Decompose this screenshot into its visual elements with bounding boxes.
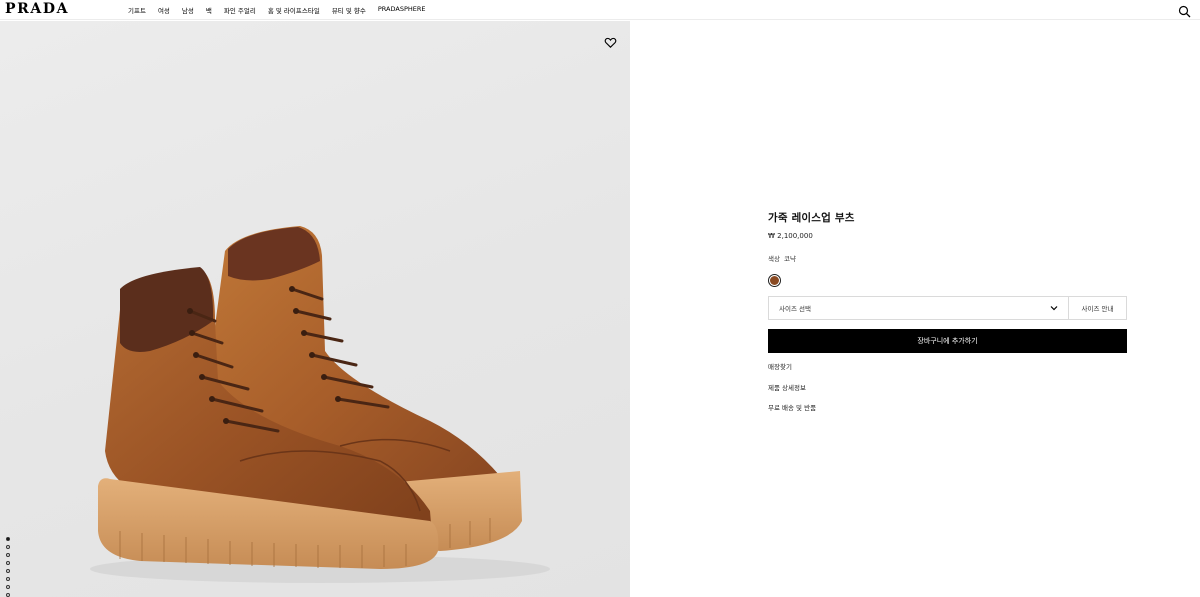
nav-item-gift[interactable]: 기프트 (128, 5, 146, 15)
search-icon (1178, 5, 1191, 18)
gallery-dot[interactable] (6, 537, 10, 541)
gallery-dot[interactable] (6, 545, 10, 549)
nav-item-pradasphere[interactable]: PRADASPHERE (378, 5, 426, 15)
product-info-links: 매장찾기 제품 상세정보 무료 배송 및 반품 (768, 362, 1127, 424)
color-swatch-cognac[interactable] (768, 274, 781, 287)
gallery-dot[interactable] (6, 585, 10, 589)
gallery-pagination (6, 537, 10, 597)
gallery-dot[interactable] (6, 593, 10, 597)
color-value: 코냑 (783, 255, 796, 263)
chevron-down-icon (1050, 306, 1058, 311)
nav-item-fine-jewelry[interactable]: 파인 주얼리 (224, 5, 256, 15)
heart-icon (604, 37, 617, 48)
gallery-dot[interactable] (6, 553, 10, 557)
add-to-cart-button[interactable]: 장바구니에 추가하기 (768, 329, 1127, 353)
prada-logo[interactable]: PRADA (5, 1, 69, 17)
color-label: 색상 코냑 (768, 253, 1127, 263)
color-swatch-fill (770, 276, 779, 285)
nav-item-bags[interactable]: 백 (206, 5, 212, 15)
color-label-text: 색상 (768, 255, 780, 263)
product-image-gallery[interactable] (0, 21, 630, 597)
nav-item-men[interactable]: 남성 (182, 5, 194, 15)
shipping-returns-link[interactable]: 무료 배송 및 반품 (768, 403, 1127, 424)
nav-item-beauty-fragrance[interactable]: 뷰티 및 향수 (332, 5, 366, 15)
top-navigation-bar: PRADA 기프트 여성 남성 백 파인 주얼리 홈 및 라이프스타일 뷰티 및… (0, 0, 1200, 20)
gallery-dot[interactable] (6, 561, 10, 565)
wishlist-button[interactable] (604, 34, 617, 48)
size-row: 사이즈 선택 사이즈 안내 (768, 296, 1127, 320)
product-title: 가죽 레이스업 부츠 (768, 212, 855, 224)
product-details-link[interactable]: 제품 상세정보 (768, 383, 1127, 404)
search-button[interactable] (1178, 3, 1191, 18)
store-locator-link[interactable]: 매장찾기 (768, 362, 1127, 383)
gallery-dot[interactable] (6, 577, 10, 581)
size-select-dropdown[interactable]: 사이즈 선택 (769, 297, 1068, 319)
main-nav: 기프트 여성 남성 백 파인 주얼리 홈 및 라이프스타일 뷰티 및 향수 PR… (128, 5, 426, 15)
size-select-label: 사이즈 선택 (779, 305, 811, 313)
product-image-leather-boots (90, 226, 550, 583)
size-guide-button[interactable]: 사이즈 안내 (1068, 297, 1126, 319)
product-price: ₩ 2,100,000 (768, 232, 813, 240)
product-details-panel: 가죽 레이스업 부츠 ₩ 2,100,000 색상 코냑 사이즈 선택 사이즈 … (768, 210, 1127, 424)
nav-item-women[interactable]: 여성 (158, 5, 170, 15)
nav-item-home-lifestyle[interactable]: 홈 및 라이프스타일 (268, 5, 320, 15)
gallery-dot[interactable] (6, 569, 10, 573)
